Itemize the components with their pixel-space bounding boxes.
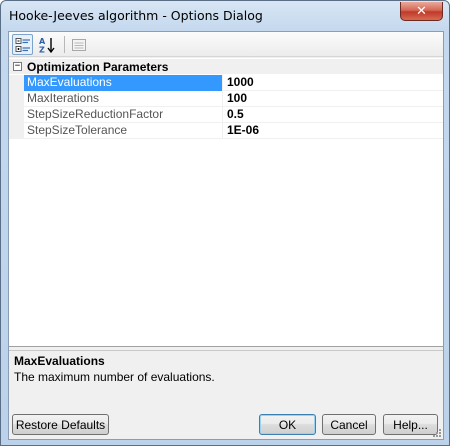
property-row-stepsizereductionfactor[interactable]: StepSizeReductionFactor 0.5 bbox=[9, 106, 443, 123]
toolbar-separator bbox=[64, 36, 65, 53]
collapse-icon[interactable]: − bbox=[13, 62, 22, 71]
window-title: Hooke-Jeeves algorithm - Options Dialog bbox=[9, 8, 263, 23]
property-value[interactable]: 1000 bbox=[223, 75, 254, 91]
alphabetical-sort-button[interactable]: A Z bbox=[36, 34, 57, 55]
button-bar: Restore Defaults OK Cancel Help... bbox=[9, 409, 443, 439]
row-gutter bbox=[9, 90, 24, 107]
description-text: The maximum number of evaluations. bbox=[14, 370, 215, 384]
row-gutter bbox=[9, 106, 24, 123]
categorized-view-icon bbox=[15, 37, 30, 52]
property-pages-icon bbox=[71, 38, 86, 51]
title-bar[interactable]: Hooke-Jeeves algorithm - Options Dialog … bbox=[1, 1, 449, 31]
property-pages-button bbox=[68, 34, 89, 55]
property-value[interactable]: 1E-06 bbox=[223, 123, 259, 139]
property-value[interactable]: 100 bbox=[223, 91, 247, 107]
restore-defaults-button[interactable]: Restore Defaults bbox=[12, 414, 109, 435]
category-label: Optimization Parameters bbox=[27, 59, 169, 74]
property-value[interactable]: 0.5 bbox=[223, 107, 244, 123]
category-row[interactable]: − Optimization Parameters bbox=[9, 59, 443, 74]
alphabetical-sort-icon: A Z bbox=[39, 37, 55, 54]
close-icon: ✕ bbox=[416, 3, 427, 19]
categorized-view-button[interactable] bbox=[12, 34, 33, 55]
property-row-stepsizetolerance[interactable]: StepSizeTolerance 1E-06 bbox=[9, 122, 443, 139]
description-panel: MaxEvaluations The maximum number of eva… bbox=[9, 350, 443, 409]
row-gutter bbox=[9, 122, 24, 139]
resize-grip-icon[interactable] bbox=[432, 428, 442, 438]
dialog-client-area: A Z − Optimization Parameters MaxEvaluat… bbox=[8, 31, 444, 440]
row-gutter bbox=[9, 74, 24, 91]
property-name[interactable]: StepSizeReductionFactor bbox=[24, 106, 223, 123]
cancel-button[interactable]: Cancel bbox=[322, 414, 376, 435]
ok-button[interactable]: OK bbox=[259, 414, 316, 435]
property-row-maxevaluations[interactable]: MaxEvaluations 1000 bbox=[9, 74, 443, 91]
description-title: MaxEvaluations bbox=[14, 354, 105, 368]
dialog-window: Hooke-Jeeves algorithm - Options Dialog … bbox=[0, 0, 450, 446]
property-name[interactable]: MaxIterations bbox=[24, 90, 223, 107]
property-grid[interactable]: − Optimization Parameters MaxEvaluations… bbox=[9, 58, 443, 347]
help-button[interactable]: Help... bbox=[383, 414, 438, 435]
property-grid-toolbar: A Z bbox=[9, 32, 443, 57]
property-name[interactable]: StepSizeTolerance bbox=[24, 122, 223, 139]
close-button[interactable]: ✕ bbox=[400, 2, 443, 21]
property-name[interactable]: MaxEvaluations bbox=[24, 74, 223, 91]
property-row-maxiterations[interactable]: MaxIterations 100 bbox=[9, 90, 443, 107]
svg-text:Z: Z bbox=[39, 45, 45, 54]
